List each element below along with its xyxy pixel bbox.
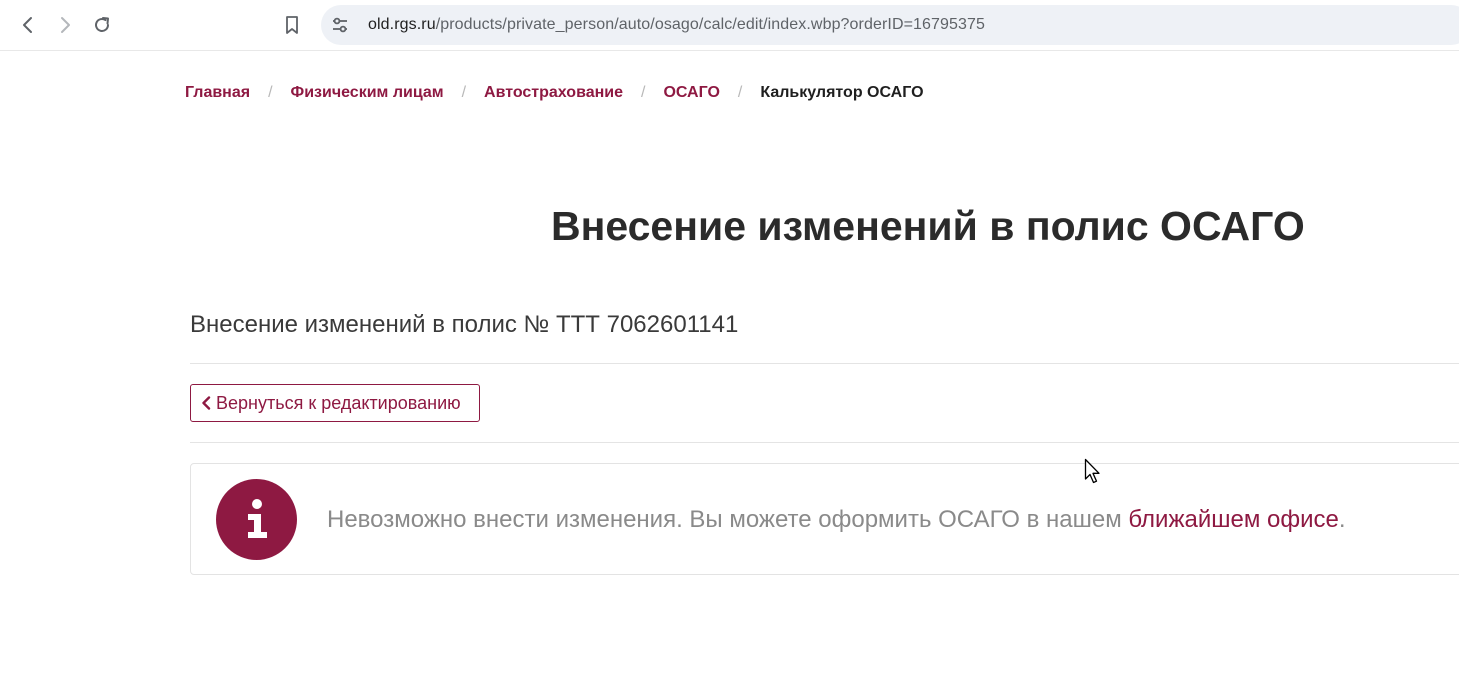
browser-forward-button[interactable] [50,10,80,40]
breadcrumb-separator: / [461,84,467,101]
policy-subtitle: Внесение изменений в полис № ТТТ 7062601… [190,311,739,338]
divider [190,363,1459,364]
arrow-right-icon [61,17,70,33]
mouse-cursor-icon [1084,458,1100,484]
site-info-button[interactable] [329,14,351,36]
browser-reload-button[interactable] [87,10,117,40]
tune-icon [333,17,347,33]
breadcrumb-link-home[interactable]: Главная [185,84,250,102]
bookmark-button[interactable] [277,10,307,40]
notice-text: Невозможно внести изменения. Вы можете о… [327,506,1346,534]
info-icon [216,479,297,560]
breadcrumb-link-auto-insurance[interactable]: Автострахование [484,84,623,102]
reload-icon [95,17,109,32]
notice-box: Невозможно внести изменения. Вы можете о… [190,463,1459,575]
chevron-left-icon [201,396,211,410]
address-bar[interactable]: old.rgs.ru/products/private_person/auto/… [321,5,1459,45]
browser-toolbar: old.rgs.ru/products/private_person/auto/… [0,0,1459,51]
url-host: old.rgs.ru [368,16,436,33]
back-to-editing-label: Вернуться к редактированию [216,392,461,413]
page-title: Внесение изменений в полис ОСАГО [551,203,1305,249]
nearest-office-link[interactable]: ближайшем офисе [1128,506,1339,533]
breadcrumb-link-private-persons[interactable]: Физическим лицам [291,84,444,102]
breadcrumb-separator: / [737,84,743,101]
breadcrumb: Главная / Физическим лицам / Автострахов… [185,82,924,104]
notice-message: Невозможно внести изменения. Вы можете о… [327,506,1129,533]
bookmark-icon [286,16,298,34]
divider [190,442,1459,443]
breadcrumb-separator: / [641,84,646,101]
back-to-editing-button[interactable]: Вернуться к редактированию [190,384,480,422]
notice-period: . [1338,506,1346,533]
url-text[interactable]: old.rgs.ru/products/private_person/auto/… [368,16,985,34]
url-path: /products/private_person/auto/osago/calc… [435,16,986,33]
breadcrumb-separator: / [268,84,273,101]
breadcrumb-current: Калькулятор ОСАГО [760,84,924,101]
browser-back-button[interactable] [13,10,43,40]
arrow-left-icon [23,17,32,33]
breadcrumb-link-osago[interactable]: ОСАГО [663,84,719,102]
